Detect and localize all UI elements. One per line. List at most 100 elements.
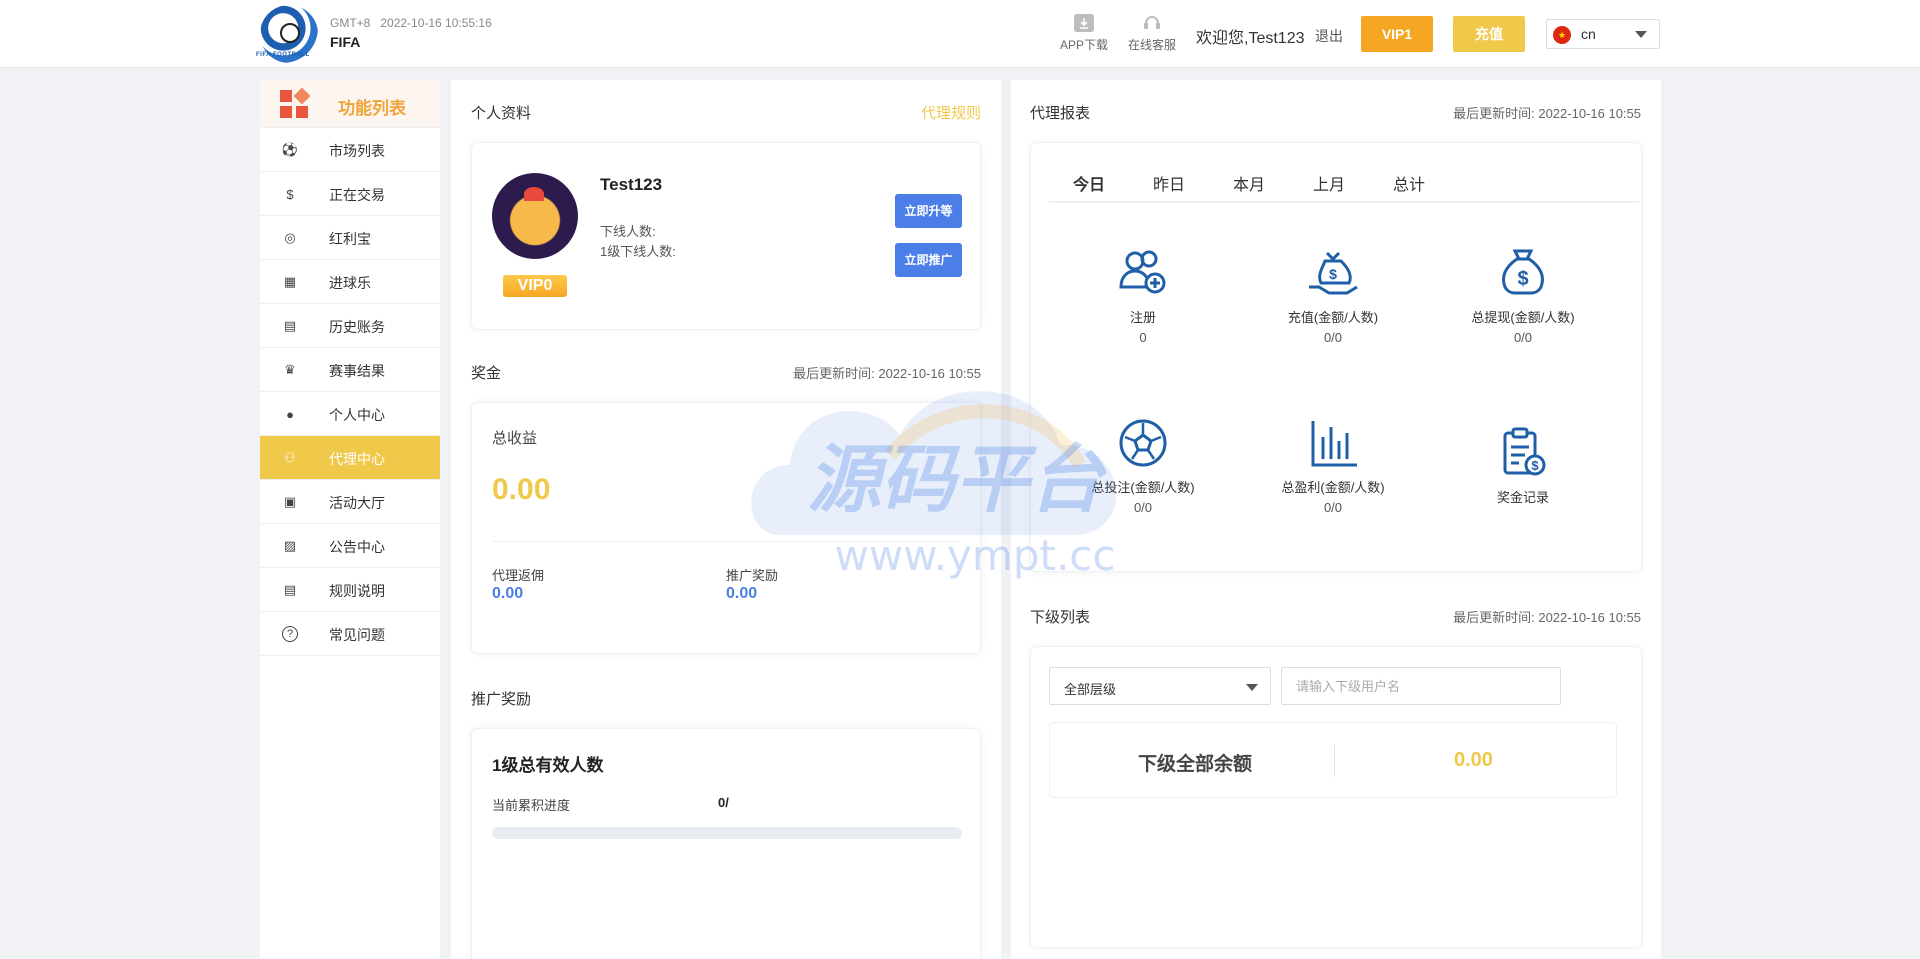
- total-income-value: 0.00: [492, 473, 551, 506]
- dollar-card-icon: $: [286, 186, 294, 202]
- user-add-icon: [1113, 243, 1173, 303]
- report-stat-value: 0/0: [1133, 500, 1153, 515]
- logo-text: FIFA FOOTBALL: [256, 52, 310, 58]
- report-tabs: 今日 昨日 本月 上月 总计: [1049, 161, 1639, 203]
- promote-now-button[interactable]: 立即推广: [895, 243, 962, 277]
- vip-level-badge: VIP0: [503, 275, 567, 297]
- report-tab[interactable]: 本月: [1233, 171, 1265, 195]
- download-icon: [1074, 14, 1094, 32]
- report-tab[interactable]: 总计: [1393, 171, 1425, 195]
- total-income-label: 总收益: [492, 430, 538, 447]
- document-icon: ▤: [283, 582, 297, 597]
- clipboard-dollar-icon: $: [1493, 423, 1553, 483]
- sidebar-title: 功能列表: [338, 99, 406, 118]
- language-select[interactable]: ★ cn: [1546, 19, 1660, 49]
- promotion-card: 1级总有效人数 当前累积进度 0/: [471, 728, 981, 959]
- downline-balance-value: 0.00: [1454, 749, 1493, 771]
- progress-value: 0/: [718, 795, 729, 810]
- sidebar: 功能列表 ⚽ 市场列表 $ 正在交易 ◎ 红利宝 ▦ 进球乐 ▤ 历史账务 ♛ 赛事结果 ● 个人中心 ⚇ 代…: [260, 80, 440, 959]
- sidebar-item[interactable]: ♛ 赛事结果: [260, 348, 440, 392]
- report-stat-label: 总投注(金额/人数): [1091, 480, 1195, 495]
- sidebar-item-label: 市场列表: [329, 143, 385, 159]
- downline-balance-box: 下级全部余额 0.00: [1049, 722, 1617, 798]
- sidebar-item[interactable]: ▤ 历史账务: [260, 304, 440, 348]
- report-updated-time: 最后更新时间: 2022-10-16 10:55: [1453, 106, 1641, 121]
- sidebar-menu: ⚽ 市场列表 $ 正在交易 ◎ 红利宝 ▦ 进球乐 ▤ 历史账务 ♛ 赛事结果 ● 个人中心 ⚇ 代理中心 ▣ 活…: [260, 128, 440, 656]
- report-tab[interactable]: 上月: [1313, 171, 1345, 195]
- sidebar-item-label: 赛事结果: [329, 363, 385, 379]
- profile-title: 个人资料: [471, 105, 532, 122]
- money-bag-hand-icon: $: [1303, 243, 1363, 303]
- sidebar-item[interactable]: ▦ 进球乐: [260, 260, 440, 304]
- app-download-link[interactable]: APP下载: [1060, 14, 1108, 53]
- report-stat-label: 注册: [1129, 310, 1156, 325]
- history-ledger-icon: ▤: [283, 318, 297, 333]
- soccer-ball-icon: [1113, 413, 1173, 473]
- sidebar-item-label: 公告中心: [329, 539, 385, 555]
- soccer-ball-icon: ⚽: [281, 142, 299, 157]
- soccer-ball-icon: [280, 23, 300, 43]
- gift-icon: ▣: [283, 494, 297, 509]
- report-card: 今日 昨日 本月 上月 总计 注册 0 $ 充值(金额/人数) 0/0 $ 总提现(金额/人…: [1030, 142, 1642, 572]
- sidebar-item-label: 规则说明: [329, 583, 385, 599]
- money-bag-icon: $: [1493, 243, 1553, 303]
- sidebar-item[interactable]: ⚽ 市场列表: [260, 128, 440, 172]
- sidebar-item-label: 正在交易: [329, 187, 385, 203]
- sidebar-item[interactable]: ▤ 规则说明: [260, 568, 440, 612]
- chevron-down-icon: [1635, 31, 1647, 38]
- report-tab[interactable]: 昨日: [1153, 171, 1185, 195]
- report-stat-value: 0: [1139, 330, 1147, 345]
- sidebar-item[interactable]: ? 常见问题: [260, 612, 440, 656]
- svg-text:$: $: [1531, 458, 1539, 473]
- user-gear-icon: ●: [286, 406, 294, 422]
- chevron-down-icon: [1246, 684, 1258, 691]
- logout-link[interactable]: 退出: [1315, 26, 1343, 46]
- report-stat[interactable]: $ 充值(金额/人数) 0/0: [1243, 243, 1423, 345]
- report-stat-label: 总盈利(金额/人数): [1281, 480, 1385, 495]
- sidebar-item-label: 个人中心: [329, 407, 385, 423]
- sidebar-item[interactable]: ● 个人中心: [260, 392, 440, 436]
- online-service-link[interactable]: 在线客服: [1128, 14, 1176, 53]
- agent-report-column: 代理报表 最后更新时间: 2022-10-16 10:55 今日 昨日 本月 上月 总计…: [1011, 80, 1661, 959]
- bonus-title: 奖金: [471, 365, 502, 382]
- site-name: FIFA: [330, 34, 361, 50]
- vip-button[interactable]: VIP1: [1361, 16, 1433, 52]
- sidebar-item[interactable]: ▣ 活动大厅: [260, 480, 440, 524]
- report-tab[interactable]: 今日: [1073, 171, 1105, 195]
- downline-count-label: 下线人数:: [600, 224, 656, 239]
- upgrade-now-button[interactable]: 立即升等: [895, 194, 962, 228]
- agent-rules-link[interactable]: 代理规则: [921, 102, 981, 123]
- downline-balance-label: 下级全部余额: [1138, 754, 1253, 775]
- report-stat[interactable]: 总盈利(金额/人数) 0/0: [1243, 413, 1423, 515]
- level-select[interactable]: 全部层级: [1049, 667, 1271, 705]
- report-stat[interactable]: $ 奖金记录: [1433, 423, 1613, 510]
- sidebar-item-label: 常见问题: [329, 627, 385, 643]
- bonus-card: 总收益 0.00 代理返佣 0.00 推广奖励 0.00: [471, 402, 981, 654]
- progress-bar: [492, 827, 962, 839]
- goal-net-icon: ▦: [283, 274, 297, 289]
- progress-label: 当前累积进度: [492, 798, 571, 813]
- report-stat[interactable]: $ 总提现(金额/人数) 0/0: [1433, 243, 1613, 345]
- recharge-button[interactable]: 充值: [1453, 16, 1525, 52]
- downline-title: 下级列表: [1030, 609, 1091, 626]
- sidebar-item[interactable]: ◎ 红利宝: [260, 216, 440, 260]
- promo-reward-value: 0.00: [726, 585, 758, 602]
- promotion-title: 推广奖励: [471, 691, 532, 708]
- commission-value: 0.00: [492, 585, 524, 602]
- promo-reward-label: 推广奖励: [726, 568, 779, 583]
- sidebar-item-label: 代理中心: [329, 451, 385, 467]
- divider: [1334, 745, 1335, 777]
- coins-icon: ◎: [284, 230, 296, 245]
- announcement-icon: ▨: [283, 538, 297, 553]
- china-flag-icon: ★: [1553, 26, 1571, 44]
- downline-username-input[interactable]: [1281, 667, 1561, 705]
- svg-text:$: $: [1329, 266, 1337, 282]
- sidebar-item[interactable]: ▨ 公告中心: [260, 524, 440, 568]
- sidebar-item[interactable]: $ 正在交易: [260, 172, 440, 216]
- trophy-icon: ♛: [284, 362, 296, 377]
- report-stat[interactable]: 注册 0: [1053, 243, 1233, 345]
- language-code: cn: [1581, 26, 1596, 42]
- sidebar-item[interactable]: ⚇ 代理中心: [260, 436, 440, 480]
- report-stat[interactable]: 总投注(金额/人数) 0/0: [1053, 413, 1233, 515]
- profile-column: 个人资料 代理规则 VIP0 Test123 下线人数: 1级下线人数: 立即升…: [451, 80, 1001, 959]
